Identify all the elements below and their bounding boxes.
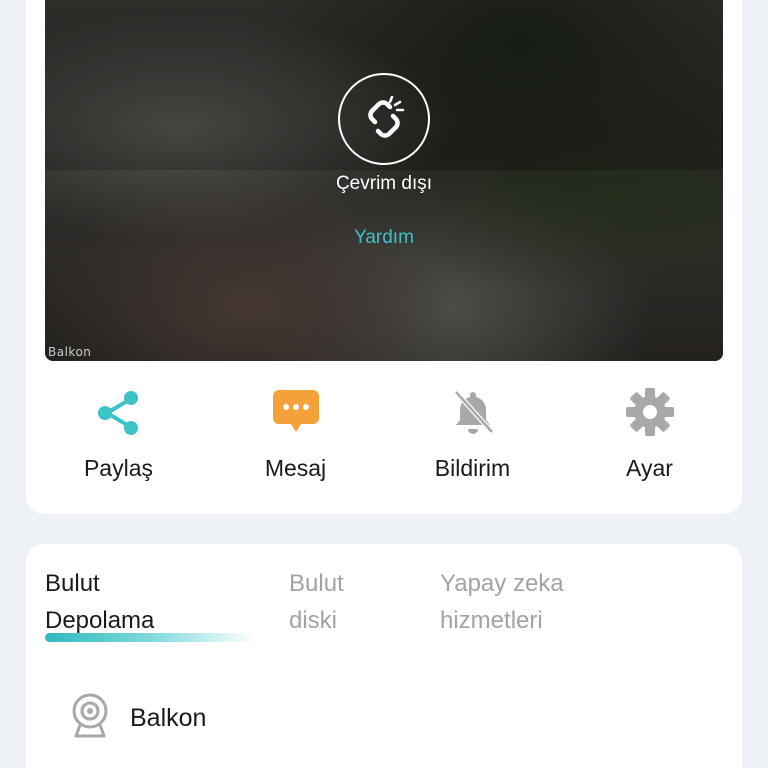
settings-button[interactable]: Ayar [561,386,738,496]
device-name: Balkon [130,704,207,732]
settings-label: Ayar [626,455,673,481]
action-bar: Paylaş Mesaj Bildirim Ayar [30,386,738,496]
share-icon [93,386,145,438]
gear-icon [624,386,676,438]
notification-label: Bildirim [434,455,511,481]
tab-ai-services-line1: Yapay zeka [440,570,564,597]
camera-icon [70,693,110,744]
message-label: Mesaj [264,455,327,481]
tab-ai-services[interactable]: Yapay zeka hizmetleri [440,565,564,639]
tab-ai-services-line2: hizmetleri [440,607,543,634]
broken-link-icon [338,73,430,165]
camera-feed[interactable]: Çevrim dışı Yardım Balkon [45,0,723,361]
help-link[interactable]: Yardım [45,227,723,249]
notification-button[interactable]: Bildirim [384,386,561,496]
active-tab-indicator [45,633,255,642]
camera-name-watermark: Balkon [48,345,92,359]
offline-status-text: Çevrim dışı [335,173,433,194]
tab-cloud-disk-line1: Bulut [289,570,344,597]
message-icon [270,386,322,438]
tab-cloud-storage[interactable]: Bulut Depolama [45,565,154,639]
message-button[interactable]: Mesaj [207,386,384,496]
share-label: Paylaş [83,455,154,481]
tab-cloud-disk[interactable]: Bulut diski [289,565,344,639]
tab-cloud-storage-line1: Bulut [45,570,100,597]
device-list-item[interactable]: Balkon [70,693,206,744]
tab-cloud-disk-line2: diski [289,607,338,634]
share-button[interactable]: Paylaş [30,386,207,496]
bell-off-icon [447,386,499,438]
